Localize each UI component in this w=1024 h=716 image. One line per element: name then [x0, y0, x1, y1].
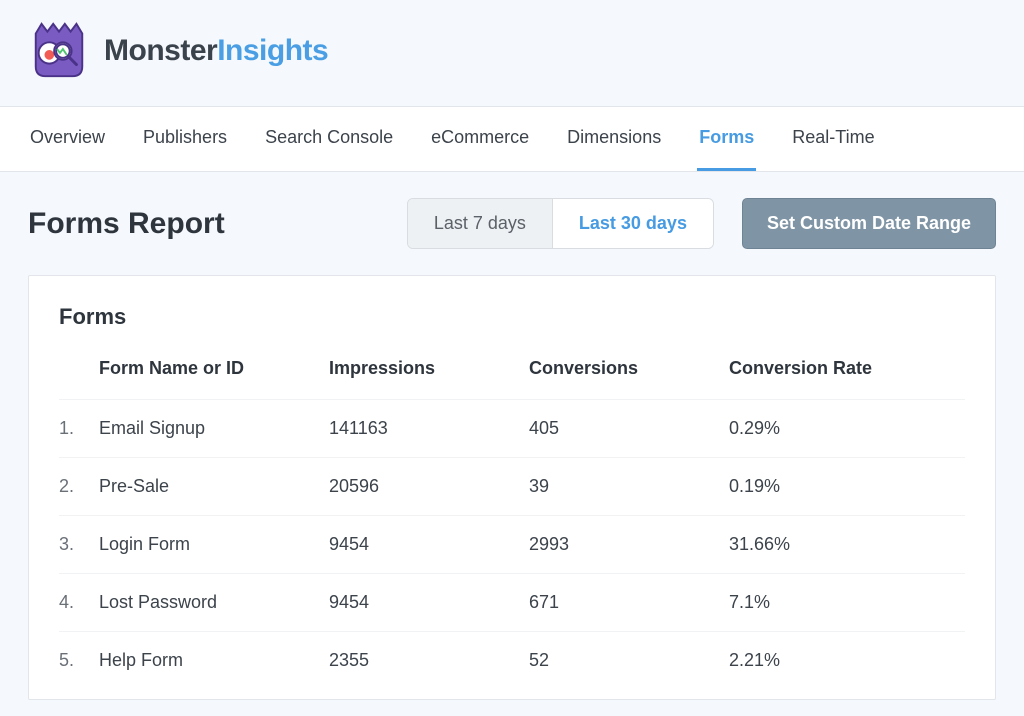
row-conversions: 52	[529, 650, 729, 671]
title-row: Forms Report Last 7 daysLast 30 days Set…	[28, 198, 996, 249]
tab-forms[interactable]: Forms	[697, 107, 756, 171]
content-area: Forms Report Last 7 daysLast 30 days Set…	[0, 172, 1024, 700]
row-number: 1.	[59, 418, 99, 439]
row-conversions: 671	[529, 592, 729, 613]
brand-logo: MonsterInsights	[28, 20, 328, 82]
row-impressions: 20596	[329, 476, 529, 497]
row-name: Email Signup	[99, 418, 329, 439]
row-conversions: 2993	[529, 534, 729, 555]
brand-text-part2: Insights	[217, 34, 328, 67]
nav-tabs: Overview Publishers Search Console eCommerc…	[0, 107, 1024, 172]
date-range-group: Last 7 daysLast 30 days	[407, 198, 714, 249]
row-number: 3.	[59, 534, 99, 555]
row-impressions: 2355	[329, 650, 529, 671]
row-name: Lost Password	[99, 592, 329, 613]
table-body: 1.Email Signup1411634050.29%2.Pre-Sale20…	[59, 399, 965, 689]
table-row: 4.Lost Password94546717.1%	[59, 573, 965, 631]
row-rate: 0.19%	[729, 476, 965, 497]
range-button-last-7-days[interactable]: Last 7 days	[408, 199, 552, 248]
row-rate: 2.21%	[729, 650, 965, 671]
forms-card: Forms Form Name or ID Impressions Conver…	[28, 275, 996, 700]
row-rate: 31.66%	[729, 534, 965, 555]
col-header-impressions: Impressions	[329, 358, 529, 379]
monster-icon	[28, 20, 90, 82]
table-row: 2.Pre-Sale20596390.19%	[59, 457, 965, 515]
row-name: Login Form	[99, 534, 329, 555]
row-impressions: 9454	[329, 592, 529, 613]
page-title: Forms Report	[28, 207, 225, 241]
app-header: MonsterInsights	[0, 0, 1024, 107]
row-rate: 0.29%	[729, 418, 965, 439]
table-row: 1.Email Signup1411634050.29%	[59, 399, 965, 457]
row-rate: 7.1%	[729, 592, 965, 613]
row-number: 5.	[59, 650, 99, 671]
table-row: 5.Help Form2355522.21%	[59, 631, 965, 689]
range-button-last-30-days[interactable]: Last 30 days	[552, 199, 713, 248]
col-header-blank	[59, 358, 99, 379]
brand-text: MonsterInsights	[104, 34, 328, 68]
row-name: Help Form	[99, 650, 329, 671]
row-conversions: 39	[529, 476, 729, 497]
set-custom-date-range-button[interactable]: Set Custom Date Range	[742, 198, 996, 249]
tab-overview[interactable]: Overview	[28, 107, 107, 171]
card-title: Forms	[59, 304, 965, 330]
tab-search-console[interactable]: Search Console	[263, 107, 395, 171]
row-impressions: 9454	[329, 534, 529, 555]
row-conversions: 405	[529, 418, 729, 439]
tab-ecommerce[interactable]: eCommerce	[429, 107, 531, 171]
table-row: 3.Login Form9454299331.66%	[59, 515, 965, 573]
tab-publishers[interactable]: Publishers	[141, 107, 229, 171]
col-header-conversions: Conversions	[529, 358, 729, 379]
row-impressions: 141163	[329, 418, 529, 439]
tab-real-time[interactable]: Real-Time	[790, 107, 876, 171]
col-header-name: Form Name or ID	[99, 358, 329, 379]
table-header-row: Form Name or ID Impressions Conversions …	[59, 358, 965, 399]
row-number: 2.	[59, 476, 99, 497]
row-name: Pre-Sale	[99, 476, 329, 497]
col-header-rate: Conversion Rate	[729, 358, 965, 379]
brand-text-part1: Monster	[104, 34, 217, 67]
tab-dimensions[interactable]: Dimensions	[565, 107, 663, 171]
row-number: 4.	[59, 592, 99, 613]
